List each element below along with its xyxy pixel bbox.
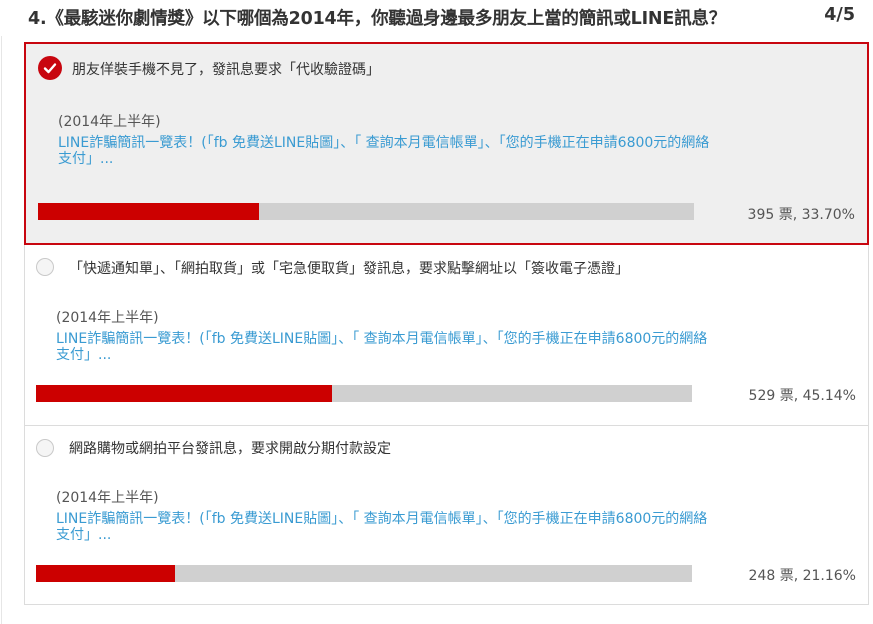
option-date: (2014年上半年) — [58, 114, 161, 130]
vote-count: 248 票, 21.16% — [748, 568, 856, 584]
vote-count: 529 票, 45.14% — [748, 388, 856, 404]
left-divider — [1, 36, 2, 624]
check-icon — [38, 56, 62, 80]
option-label: 網路購物或網拍平台發訊息，要求開啟分期付款設定 — [69, 441, 391, 457]
radio-circle-icon[interactable] — [36, 258, 54, 276]
option-label: 朋友佯裝手機不見了，發訊息要求「代收驗證碼」 — [72, 62, 380, 78]
vote-bar-fill — [36, 565, 175, 582]
vote-bar-track — [36, 385, 692, 402]
question-progress: 4/5 — [824, 5, 855, 25]
option-date: (2014年上半年) — [56, 310, 159, 326]
poll-option-3[interactable]: 網路購物或網拍平台發訊息，要求開啟分期付款設定 (2014年上半年) LINE詐… — [24, 426, 869, 605]
option-date: (2014年上半年) — [56, 490, 159, 506]
poll-option-1[interactable]: 朋友佯裝手機不見了，發訊息要求「代收驗證碼」 (2014年上半年) LINE詐騙… — [24, 42, 869, 245]
option-link-line1: LINE詐騙簡訊一覽表！(「fb 免費送LINE貼圖」、「 查詢本月電信帳單」、… — [56, 331, 708, 347]
option-link-line1: LINE詐騙簡訊一覽表！(「fb 免費送LINE貼圖」、「 查詢本月電信帳單」、… — [56, 511, 708, 527]
option-link-line2: 支付」... — [58, 151, 114, 167]
option-label: 「快遞通知單」、「網拍取貨」或「宅急便取貨」發訊息，要求點擊網址以「簽收電子憑證… — [69, 261, 629, 277]
question-title: 4.《最駭迷你劇情獎》以下哪個為2014年，你聽過身邊最多朋友上當的簡訊或LIN… — [28, 9, 726, 29]
option-link[interactable]: LINE詐騙簡訊一覽表！(「fb 免費送LINE貼圖」、「 查詢本月電信帳單」、… — [56, 511, 816, 543]
vote-count: 395 票, 33.70% — [747, 207, 855, 223]
vote-bar-fill — [36, 385, 333, 402]
option-link-line2: 支付」... — [56, 347, 112, 363]
question-header: 4.《最駭迷你劇情獎》以下哪個為2014年，你聽過身邊最多朋友上當的簡訊或LIN… — [28, 5, 855, 31]
vote-bar-fill — [38, 203, 260, 220]
radio-circle-icon[interactable] — [36, 439, 54, 457]
option-link[interactable]: LINE詐騙簡訊一覽表！(「fb 免費送LINE貼圖」、「 查詢本月電信帳單」、… — [58, 135, 818, 167]
vote-bar-track — [38, 203, 694, 220]
poll-option-2[interactable]: 「快遞通知單」、「網拍取貨」或「宅急便取貨」發訊息，要求點擊網址以「簽收電子憑證… — [24, 245, 869, 426]
option-link[interactable]: LINE詐騙簡訊一覽表！(「fb 免費送LINE貼圖」、「 查詢本月電信帳單」、… — [56, 331, 816, 363]
vote-bar-track — [36, 565, 692, 582]
option-link-line2: 支付」... — [56, 527, 112, 543]
option-link-line1: LINE詐騙簡訊一覽表！(「fb 免費送LINE貼圖」、「 查詢本月電信帳單」、… — [58, 135, 710, 151]
